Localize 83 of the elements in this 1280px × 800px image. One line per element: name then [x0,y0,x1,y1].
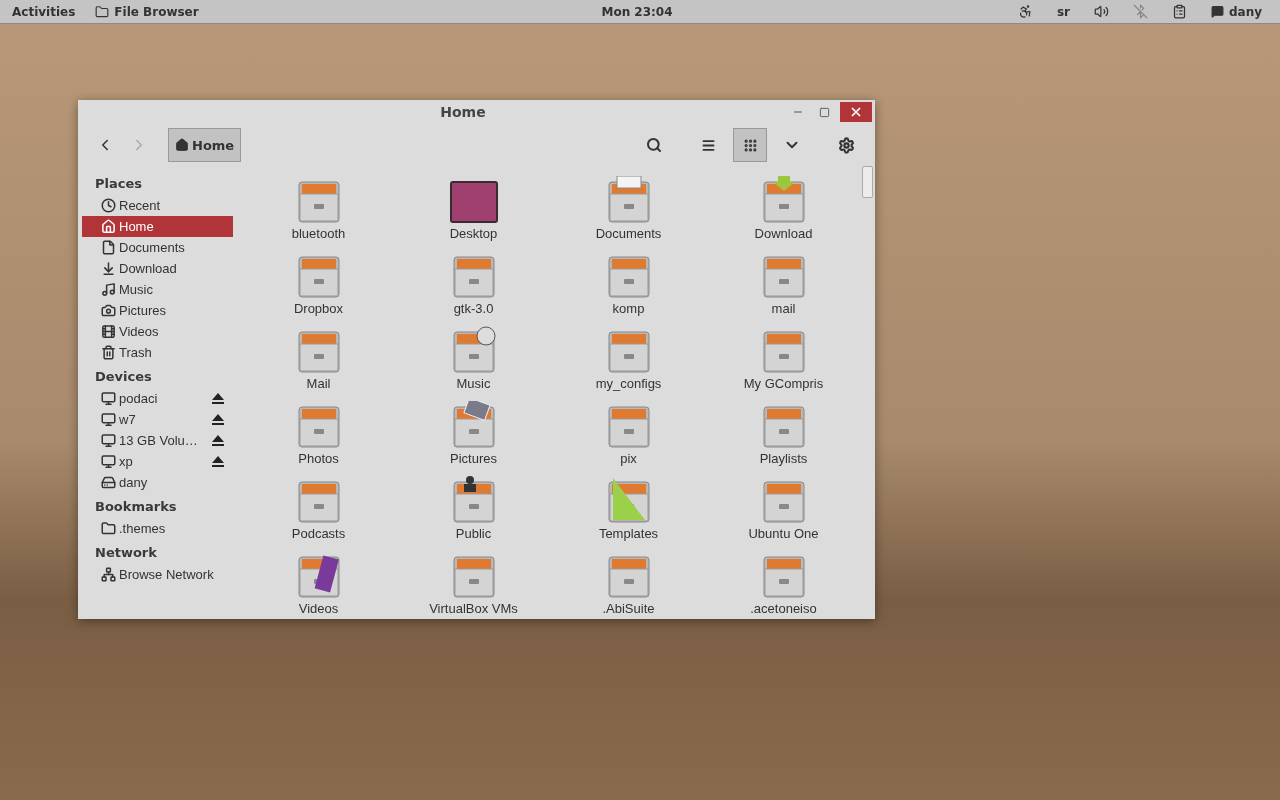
file-item[interactable]: gtk-3.0 [396,251,551,326]
sidebar-item[interactable]: Recent [82,195,233,216]
network-icon [101,567,116,582]
grid-view-button[interactable] [733,128,767,162]
sidebar-heading: Devices [94,368,153,386]
sidebar-item[interactable]: Music [82,279,233,300]
home-icon [101,219,116,234]
eject-icon[interactable] [212,456,224,467]
file-item[interactable]: Download [706,176,861,251]
file-item[interactable]: Dropbox [241,251,396,326]
sidebar-item[interactable]: dany [82,472,233,493]
file-item[interactable]: Photos [241,401,396,476]
pictures-icon [101,303,116,318]
eject-icon[interactable] [212,414,224,425]
file-item[interactable]: Documents [551,176,706,251]
sidebar-item[interactable]: Documents [82,237,233,258]
folder-icon [101,521,116,536]
home-icon [175,138,189,152]
sidebar-item[interactable]: w7 [82,409,233,430]
videos-icon [101,324,116,339]
file-item[interactable]: .acetoneiso [706,551,861,626]
drive-icon [101,391,116,406]
recent-icon [101,198,116,213]
download-icon [101,261,116,276]
sidebar-heading: Places [94,175,144,193]
documents-icon [101,240,116,255]
sidebar-item[interactable]: xp [82,451,233,472]
path-button[interactable]: Home [168,128,242,162]
chat-icon [1210,5,1224,18]
settings-icon [837,136,855,154]
sidebar-item[interactable]: Download [82,258,233,279]
scrollbar-thumb[interactable] [862,166,873,198]
file-item[interactable]: Videos [241,551,396,626]
clipboard-icon[interactable] [1171,4,1187,19]
file-item[interactable]: my_configs [551,326,706,401]
close-button[interactable] [840,102,872,122]
file-item[interactable]: bluetooth [241,176,396,251]
drive-icon [101,412,116,427]
sidebar-item[interactable]: Trash [82,342,233,363]
file-item[interactable]: Mail [241,326,396,401]
file-item[interactable]: My GCompris [706,326,861,401]
music-icon [101,282,116,297]
app-menu[interactable]: File Browser [95,4,199,19]
sidebar-item[interactable]: Pictures [82,300,233,321]
sidebar-heading: Bookmarks [94,498,178,516]
clock[interactable]: Mon 23:04 [601,4,673,19]
eject-icon[interactable] [212,435,224,446]
maximize-icon [818,106,830,118]
file-item[interactable]: Pictures [396,401,551,476]
file-item[interactable]: Ubuntu One [706,476,861,551]
file-item[interactable]: pix [551,401,706,476]
sidebar-item[interactable]: Videos [82,321,233,342]
sidebar-item[interactable]: .themes [82,518,233,539]
search-icon [646,137,662,153]
activities-button[interactable]: Activities [12,4,76,19]
file-item[interactable]: Templates [551,476,706,551]
file-item[interactable]: .AbiSuite [551,551,706,626]
file-item[interactable]: komp [551,251,706,326]
sidebar-item[interactable]: Browse Network [82,564,233,585]
file-item[interactable]: mail [706,251,861,326]
drive-icon [101,433,116,448]
trash-icon [101,345,116,360]
window-title: Home [439,104,487,120]
sidebar-item[interactable]: podaci [82,388,233,409]
file-item[interactable]: Playlists [706,401,861,476]
list-icon [700,137,716,153]
file-item[interactable]: Public [396,476,551,551]
accessibility-icon[interactable] [1017,4,1033,19]
file-item[interactable]: Podcasts [241,476,396,551]
close-icon [849,105,863,119]
sidebar-item[interactable]: Home [82,216,233,237]
grid-icon [742,137,758,153]
eject-icon[interactable] [212,393,224,404]
keyboard-layout[interactable]: sr [1056,4,1070,19]
sidebar-item[interactable]: 13 GB Volu… [82,430,233,451]
user-menu[interactable]: dany [1210,4,1262,19]
sidebar-heading: Network [94,544,158,562]
file-item[interactable]: Desktop [396,176,551,251]
file-item[interactable]: VirtualBox VMs [396,551,551,626]
folder-icon [95,4,110,19]
volume-icon[interactable] [1093,4,1109,19]
file-item[interactable]: Music [396,326,551,401]
drive-icon [101,454,116,469]
